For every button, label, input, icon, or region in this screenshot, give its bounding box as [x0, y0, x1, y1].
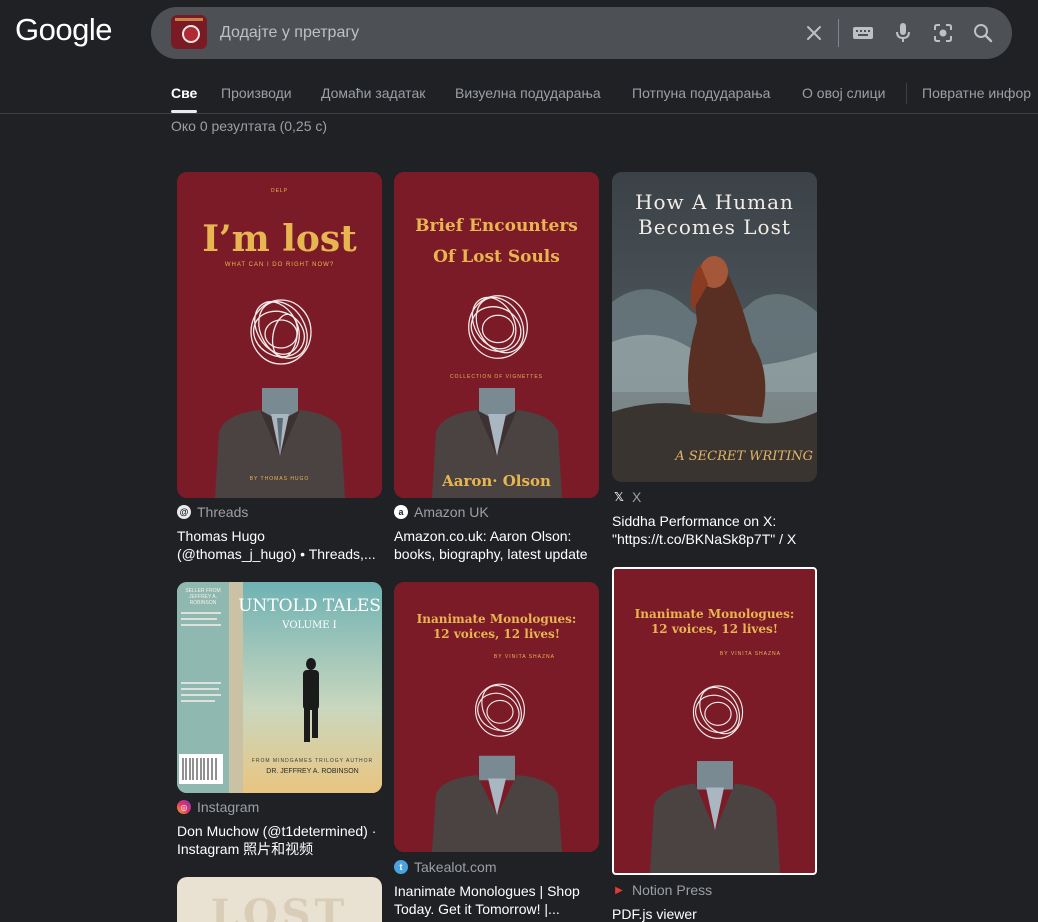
keyboard-icon[interactable] [850, 20, 876, 46]
result-image[interactable]: LOST [177, 877, 382, 922]
threads-icon: @ [177, 505, 191, 519]
cover-title-line2: 12 voices, 12 lives! [650, 622, 779, 636]
cover-title-line1: Inanimate Monologues: [634, 607, 795, 621]
result-source[interactable]: a Amazon UK [394, 504, 489, 520]
tab-feedback[interactable]: Повратне инфор [922, 85, 1031, 101]
cover-subtitle: WHAT CAN I DO RIGHT NOW? [224, 262, 335, 268]
result-source[interactable]: ◎ Instagram [177, 799, 259, 815]
search-divider [838, 19, 839, 47]
scribble-head-icon [250, 299, 312, 365]
suit-figure [650, 761, 780, 873]
tab-products[interactable]: Производи [221, 85, 292, 101]
active-tab-indicator [171, 110, 197, 113]
tab-all[interactable]: Све [171, 85, 197, 101]
search-icon[interactable] [970, 20, 996, 46]
lens-camera-icon[interactable] [930, 20, 956, 46]
result-card[interactable]: Brief Encounters Of Lost Souls COLLECTIO… [394, 172, 600, 562]
result-image[interactable]: Inanimate Monologues: 12 voices, 12 live… [612, 567, 817, 875]
cover-title: I’m lost [202, 218, 357, 260]
result-source[interactable]: ▶ Notion Press [612, 882, 712, 898]
result-card[interactable]: Inanimate Monologues: 12 voices, 12 live… [612, 567, 818, 922]
cover-small-top: DELP [270, 188, 289, 194]
result-title[interactable]: Inanimate Monologues | Shop Today. Get i… [394, 882, 600, 918]
cover-subtitle: COLLECTION OF VIGNETTES [449, 374, 543, 380]
result-title[interactable]: Amazon.co.uk: Aaron Olson: books, biogra… [394, 527, 600, 563]
takealot-icon: t [394, 860, 408, 874]
cover-title-line1: UNTOLD TALES [238, 596, 381, 616]
result-card[interactable]: LOST [177, 877, 383, 922]
google-logo[interactable]: Google [15, 12, 112, 48]
cover-title-line1: Brief Encounters [415, 216, 578, 236]
result-image[interactable]: UNTOLD TALES VOLUME I FROM MINDGAMES TRI… [177, 582, 382, 793]
tab-separator [906, 83, 907, 104]
source-name: Instagram [197, 799, 260, 815]
cover-author: BY THOMAS HUGO [249, 476, 310, 482]
cover-author: DR. JEFFREY A. ROBINSON [266, 768, 359, 775]
suit-figure [432, 755, 562, 852]
result-title[interactable]: PDF.js viewer [612, 905, 818, 922]
cover-title-line2: Becomes Lost [638, 215, 791, 239]
cover-title-line1: How A Human [635, 190, 794, 214]
tab-about-image[interactable]: О овој слици [802, 85, 885, 101]
result-title[interactable]: Thomas Hugo (@thomas_j_hugo) • Threads,.… [177, 527, 383, 563]
cover-title-line2: 12 voices, 12 lives! [432, 627, 561, 641]
amazon-icon: a [394, 505, 408, 519]
search-bar[interactable] [151, 7, 1012, 59]
tab-visual-matches[interactable]: Визуелна подударања [455, 85, 601, 101]
scribble-head-icon [475, 683, 525, 737]
result-source[interactable]: @ Threads [177, 504, 248, 520]
cover-author: BY VINITA SHAZNA [719, 651, 781, 657]
header: Google Све Производи Домаћи задатак Визу… [0, 0, 1038, 114]
result-stats: Око 0 резултата (0,25 с) [171, 118, 328, 134]
result-source[interactable]: t Takealot.com [394, 859, 496, 875]
close-icon[interactable] [801, 20, 827, 46]
result-image[interactable]: DELP I’m lost WHAT CAN I DO RIGHT NOW? B… [177, 172, 382, 498]
instagram-icon: ◎ [177, 800, 191, 814]
cover-author: Aaron· Olson [442, 472, 551, 490]
scribble-head-icon [468, 295, 528, 359]
cover-title-line2: Of Lost Souls [433, 247, 560, 267]
tab-homework[interactable]: Домаћи задатак [321, 85, 425, 101]
search-image-thumbnail[interactable] [171, 15, 207, 49]
source-name: Threads [197, 504, 249, 520]
result-image[interactable]: Brief Encounters Of Lost Souls COLLECTIO… [394, 172, 599, 498]
source-name: Takealot.com [414, 859, 497, 875]
scribble-head-icon [692, 685, 744, 739]
cover-title-line1: LOST [210, 891, 349, 922]
result-card[interactable]: DELP I’m lost WHAT CAN I DO RIGHT NOW? B… [177, 172, 383, 562]
result-image[interactable]: How A Human Becomes Lost A Secret Writin… [612, 172, 817, 482]
microphone-icon[interactable] [890, 20, 916, 46]
result-card[interactable]: How A Human Becomes Lost A Secret Writin… [612, 172, 818, 552]
x-icon: 𝕏 [614, 490, 624, 504]
result-title[interactable]: Siddha Performance on X: "https://t.co/B… [612, 512, 818, 548]
search-input[interactable] [220, 21, 780, 45]
result-image[interactable]: Inanimate Monologues: 12 voices, 12 live… [394, 582, 599, 852]
tab-exact-matches[interactable]: Потпуна подударања [632, 85, 770, 101]
back-cover-header: SELLER FROM JEFFREY A. ROBINSON [185, 588, 221, 606]
result-title[interactable]: Don Muchow (@t1determined) · Instagram 照… [177, 822, 383, 858]
source-name: Notion Press [632, 882, 713, 898]
result-source[interactable]: 𝕏 X [612, 489, 641, 505]
notion-press-icon: ▶ [615, 884, 623, 896]
cover-series: FROM MINDGAMES TRILOGY AUTHOR [251, 758, 374, 764]
result-card[interactable]: Inanimate Monologues: 12 voices, 12 live… [394, 582, 600, 922]
cover-title-line2: VOLUME I [282, 620, 337, 631]
source-name: X [632, 489, 642, 505]
result-card[interactable]: UNTOLD TALES VOLUME I FROM MINDGAMES TRI… [177, 582, 383, 862]
source-name: Amazon UK [414, 504, 489, 520]
cover-title-line1: Inanimate Monologues: [416, 612, 577, 626]
cover-tagline: A Secret Writing [675, 449, 813, 464]
cover-author: BY VINITA SHAZNA [493, 654, 555, 660]
